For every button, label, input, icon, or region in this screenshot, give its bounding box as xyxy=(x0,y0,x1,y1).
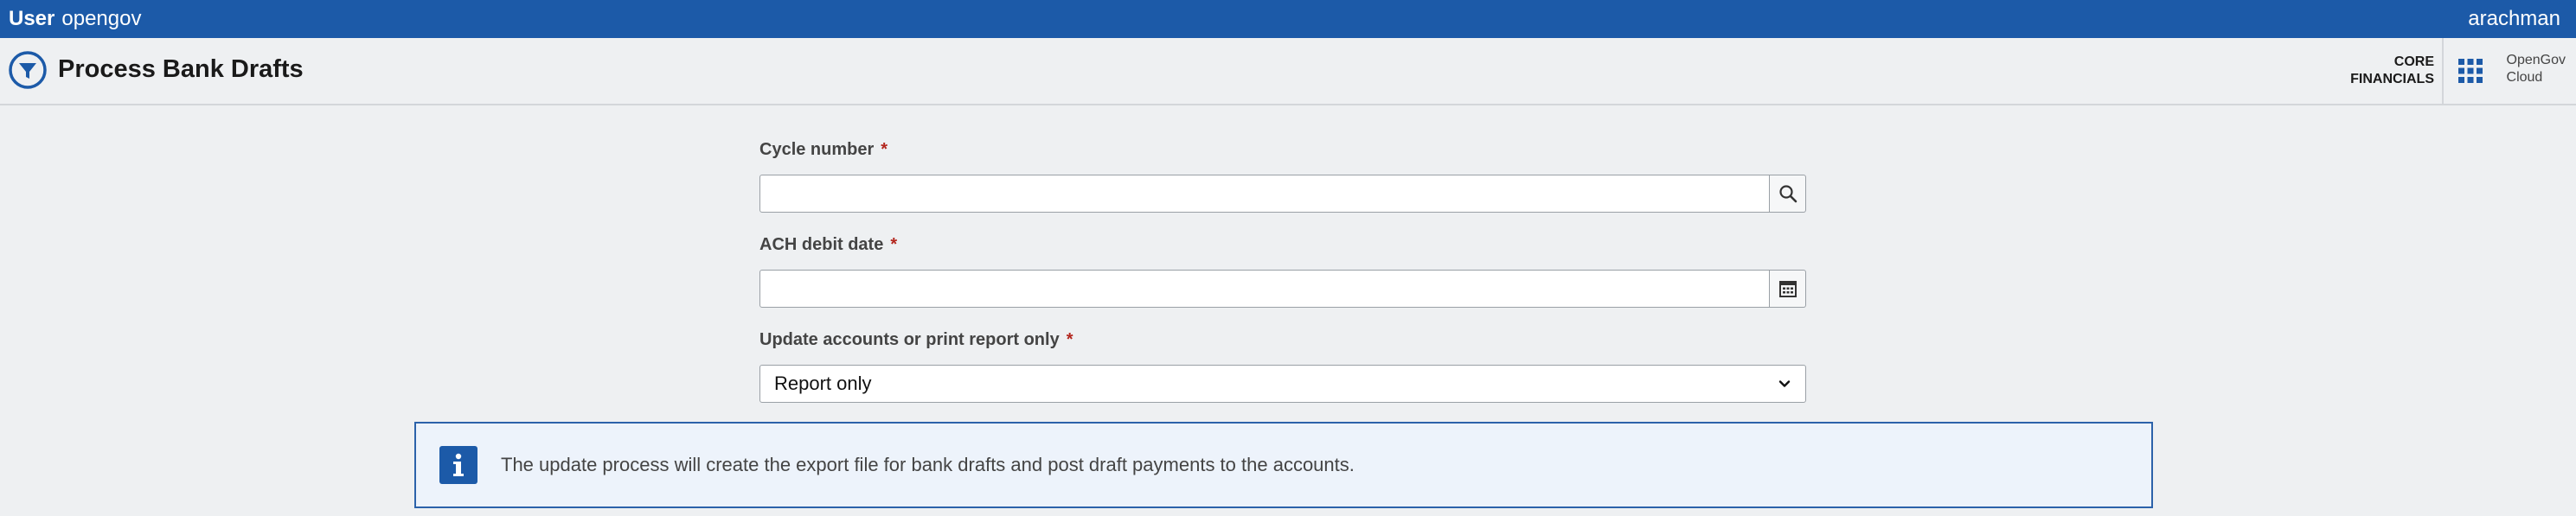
funnel-circle-icon[interactable] xyxy=(8,50,48,90)
product-name-line2: FINANCIALS xyxy=(2350,72,2434,86)
cloud-label-line2: Cloud xyxy=(2506,70,2543,85)
info-icon xyxy=(439,446,477,484)
cycle-number-lookup-button[interactable] xyxy=(1770,175,1806,213)
update-or-report-label: Update accounts or print report only * xyxy=(759,330,1806,351)
ach-debit-date-row xyxy=(759,270,1806,308)
ach-debit-date-label-text: ACH debit date xyxy=(759,235,884,254)
product-name[interactable]: CORE FINANCIALS xyxy=(2350,54,2434,88)
cycle-number-row xyxy=(759,175,1806,213)
required-marker: * xyxy=(1066,330,1073,349)
ach-debit-date-picker-button[interactable] xyxy=(1770,270,1806,308)
user-name: opengov xyxy=(61,7,142,30)
current-user-menu[interactable]: arachman xyxy=(2468,7,2560,31)
cloud-label-line1: OpenGov xyxy=(2506,53,2566,67)
app-grid-icon[interactable] xyxy=(2457,57,2484,85)
chevron-down-icon xyxy=(1778,380,1791,387)
user-context: User opengov xyxy=(9,7,141,31)
cycle-number-label: Cycle number * xyxy=(759,140,1806,161)
info-message-text: The update process will create the expor… xyxy=(501,454,1355,475)
opengov-cloud-link[interactable]: OpenGov Cloud xyxy=(2507,52,2566,86)
update-or-report-select[interactable]: Report only xyxy=(759,365,1806,403)
update-or-report-selected-value: Report only xyxy=(774,373,872,394)
header-divider xyxy=(2442,38,2444,104)
process-form: Cycle number * ACH debit date * Update a… xyxy=(759,140,1806,403)
required-marker: * xyxy=(890,235,898,254)
search-icon xyxy=(1778,185,1797,203)
update-or-report-label-text: Update accounts or print report only xyxy=(759,330,1060,349)
cycle-number-label-text: Cycle number xyxy=(759,140,875,159)
required-marker: * xyxy=(881,140,888,159)
page-title: Process Bank Drafts xyxy=(58,55,304,83)
info-message: The update process will create the expor… xyxy=(414,422,2153,508)
info-glyph xyxy=(453,453,464,476)
ach-debit-date-label: ACH debit date * xyxy=(759,235,1806,256)
calendar-icon xyxy=(1778,281,1797,297)
user-label: User xyxy=(9,7,55,30)
top-bar: User opengov arachman xyxy=(0,0,2576,38)
ach-debit-date-input[interactable] xyxy=(759,270,1770,308)
page-header: Process Bank Drafts CORE FINANCIALS Open… xyxy=(0,38,2576,105)
product-name-line1: CORE xyxy=(2393,54,2434,69)
cycle-number-input[interactable] xyxy=(759,175,1770,213)
